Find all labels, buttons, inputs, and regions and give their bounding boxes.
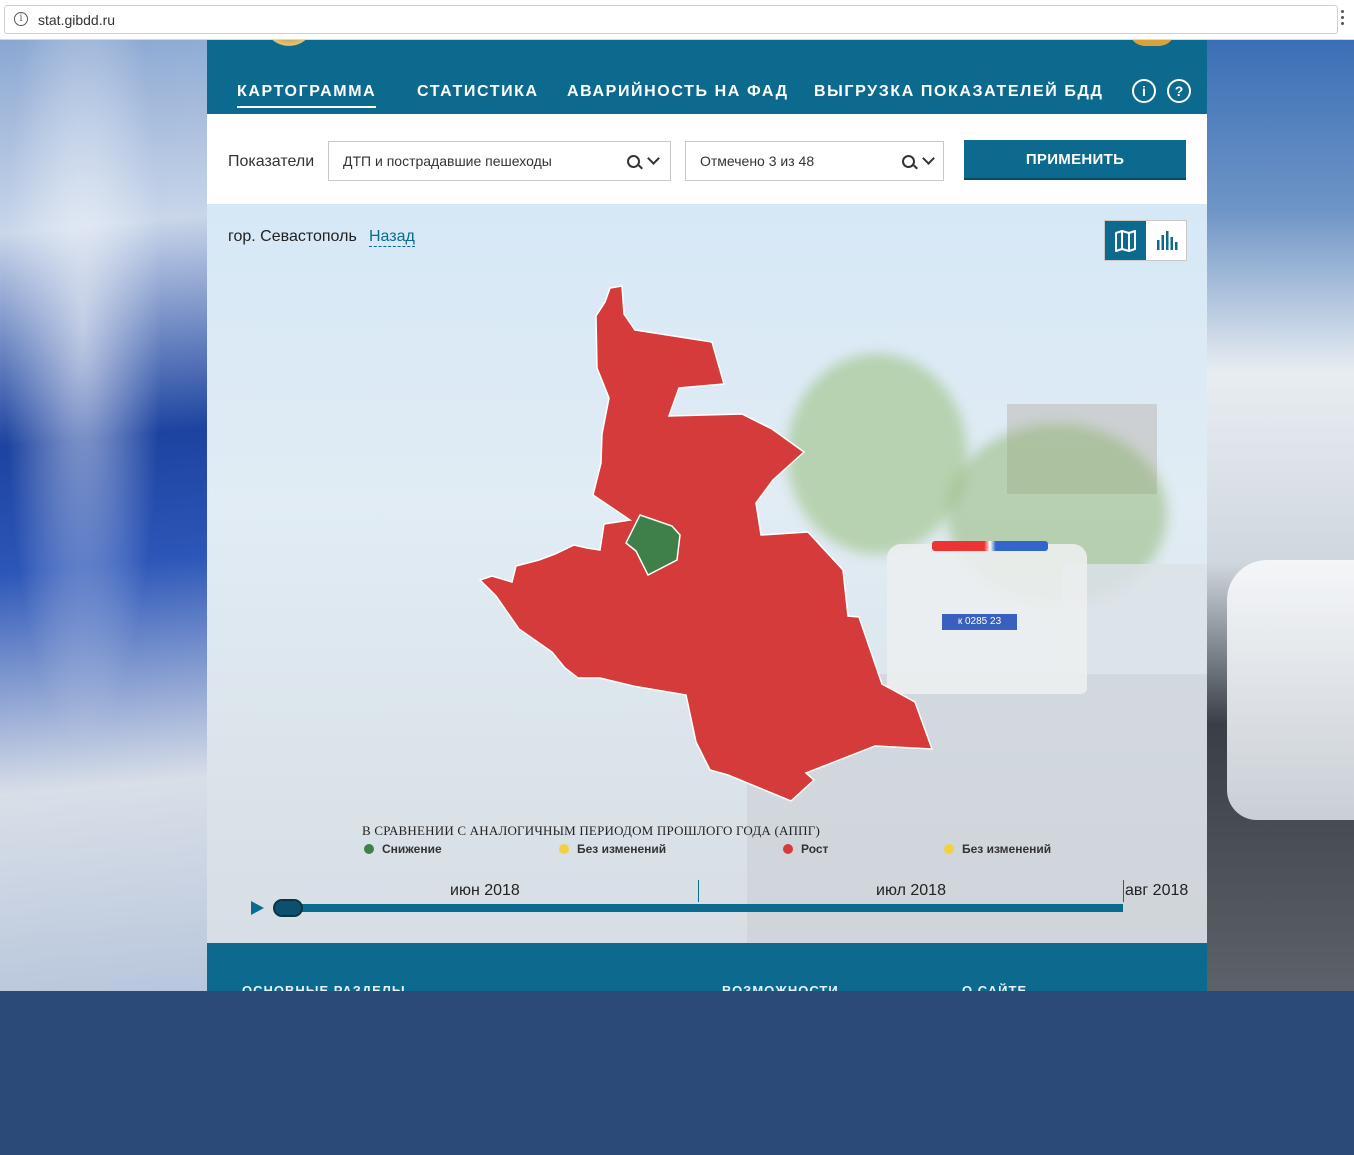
footer: ОСНОВНЫЕ РАЗДЕЛЫ ВОЗМОЖНОСТИ О САЙТЕ	[207, 943, 1207, 991]
play-icon[interactable]	[251, 901, 264, 915]
indicator-select-value: ДТП и пострадавшие пешеходы	[343, 153, 552, 169]
filter-label: Показатели	[228, 153, 315, 170]
emblem-logo	[1129, 40, 1175, 46]
help-icon[interactable]: ?	[1167, 79, 1191, 103]
legend-label: Без изменений	[962, 842, 1052, 856]
top-navigation: КАРТОГРАММА СТАТИСТИКА АВАРИЙНОСТЬ НА ФА…	[207, 40, 1207, 114]
browser-address-bar: i stat.gibdd.ru	[0, 0, 1354, 40]
chevron-down-icon[interactable]	[922, 152, 935, 165]
chevron-down-icon[interactable]	[647, 152, 660, 165]
legend-dot	[783, 844, 793, 854]
timeline-month-jun: июн 2018	[450, 882, 520, 899]
timeline-month-aug: авг 2018	[1125, 882, 1189, 899]
background-photo-right	[1207, 40, 1354, 991]
site-info-icon[interactable]: i	[14, 12, 28, 26]
browser-menu-icon[interactable]	[1340, 10, 1346, 30]
timeline-tick	[698, 880, 699, 902]
legend-item-nochange: Без изменений	[559, 842, 666, 856]
legend-item-decrease: Снижение	[364, 842, 442, 856]
background-car	[1227, 560, 1354, 820]
legend-dot	[559, 844, 569, 854]
legend-title: В СРАВНЕНИИ С АНАЛОГИЧНЫМ ПЕРИОДОМ ПРОШЛ…	[362, 823, 820, 838]
footer-heading-features: ВОЗМОЖНОСТИ	[722, 983, 839, 991]
footer-heading-about: О САЙТЕ	[962, 983, 1028, 991]
legend-item-growth: Рост	[783, 842, 828, 856]
site-logo[interactable]	[259, 40, 319, 50]
timeline-tick	[1123, 880, 1124, 902]
url-field[interactable]	[4, 5, 1338, 34]
search-icon[interactable]	[902, 155, 915, 168]
indicator-select[interactable]: ДТП и пострадавшие пешеходы	[328, 141, 671, 181]
timeline-month-jul: июл 2018	[876, 882, 946, 899]
url-text[interactable]: stat.gibdd.ru	[38, 12, 115, 28]
legend-dot	[944, 844, 954, 854]
filter-bar: Показатели ДТП и пострадавшие пешеходы О…	[207, 114, 1207, 204]
region-main[interactable]	[478, 285, 934, 802]
search-icon[interactable]	[627, 155, 640, 168]
nav-cartogram[interactable]: КАРТОГРАММА	[237, 83, 377, 108]
nav-statistics[interactable]: СТАТИСТИКА	[417, 83, 539, 101]
legend-item-nochange-2: Без изменений	[944, 842, 1051, 856]
map-area: к 0285 23 гор. Севастополь Назад В СРАВН…	[207, 204, 1207, 943]
nav-fad-accidents[interactable]: АВАРИЙНОСТЬ НА ФАД	[567, 83, 789, 101]
legend-label: Снижение	[382, 842, 442, 856]
subindicator-select[interactable]: Отмечено 3 из 48	[685, 141, 944, 181]
apply-button[interactable]: ПРИМЕНИТЬ	[964, 140, 1186, 180]
background-photo-left: ПОЛИЦ	[0, 40, 207, 991]
legend-dot	[364, 844, 374, 854]
nav-export[interactable]: ВЫГРУЗКА ПОКАЗАТЕЛЕЙ БДД	[814, 83, 1104, 101]
subindicator-select-value: Отмечено 3 из 48	[700, 153, 815, 169]
legend-label: Без изменений	[577, 842, 667, 856]
timeline-handle[interactable]	[273, 899, 303, 917]
info-icon[interactable]: i	[1132, 79, 1156, 103]
legend-label: Рост	[801, 842, 829, 856]
site-container: КАРТОГРАММА СТАТИСТИКА АВАРИЙНОСТЬ НА ФА…	[207, 40, 1207, 991]
timeline-track[interactable]	[287, 904, 1123, 912]
footer-heading-sections: ОСНОВНЫЕ РАЗДЕЛЫ	[242, 983, 406, 991]
